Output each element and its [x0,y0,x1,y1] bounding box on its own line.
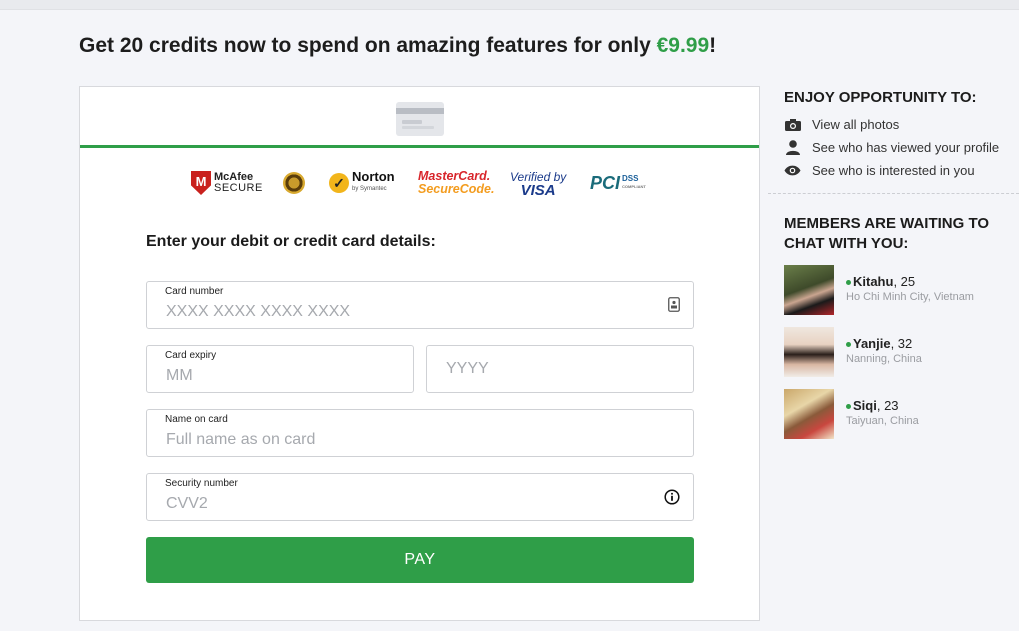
sidebar-divider [768,193,1019,194]
pci-check-icon: PCI [590,172,621,193]
card-scan-icon[interactable] [668,297,680,317]
card-expiry-year-field[interactable] [426,345,694,393]
member-age: , 32 [890,336,913,351]
form-title: Enter your debit or credit card details: [146,233,436,250]
security-number-field[interactable]: Security number [146,473,694,521]
card-number-field[interactable]: Card number [146,281,694,329]
trust-badges: M McAfee SECURE ✓ Norton by Symantec Maste… [80,167,759,199]
opportunity-title: ENJOY OPPORTUNITY TO: [784,89,977,106]
norton-badge: ✓ Norton by Symantec [329,167,395,199]
members-title: MEMBERS ARE WAITING TO CHAT WITH YOU: [784,215,990,252]
security-seal-badge [283,167,305,199]
member-location: Taiyuan, China [846,415,919,427]
opportunity-list: View all photos See who has viewed your … [784,113,999,182]
security-number-input[interactable] [166,495,603,513]
info-icon[interactable] [664,489,680,510]
card-expiry-month-field[interactable]: Card expiry [146,345,414,393]
member-photo[interactable] [784,327,834,377]
mcafee-secure-badge: M McAfee SECURE [191,167,263,199]
pay-button[interactable]: PAY [146,537,694,583]
online-status-dot [846,342,851,348]
credit-card-icon [396,102,444,136]
page-headline: Get 20 credits now to spend on amazing f… [79,34,717,57]
mastercard-securecode-badge: MasterCard. SecureCode. [418,169,495,196]
eye-icon [784,165,801,176]
name-on-card-input[interactable] [166,431,603,449]
name-on-card-field[interactable]: Name on card [146,409,694,457]
camera-icon [784,118,801,131]
member-name: Kitahu [853,274,894,289]
member-card[interactable]: Kitahu, 25 Ho Chi Minh City, Vietnam [784,265,1014,315]
member-name: Siqi [853,398,877,413]
opportunity-item: See who is interested in you [784,159,999,182]
member-card[interactable]: Siqi, 23 Taiyuan, China [784,389,1014,439]
security-number-label: Security number [165,478,238,489]
member-age: , 23 [876,398,899,413]
card-expiry-label: Card expiry [165,350,217,361]
person-icon [784,140,801,155]
member-age: , 25 [893,274,916,289]
norton-check-icon: ✓ [329,173,349,193]
payment-panel: M McAfee SECURE ✓ Norton by Symantec Maste… [79,86,760,621]
member-card[interactable]: Yanjie, 32 Nanning, China [784,327,1014,377]
name-on-card-label: Name on card [165,414,228,425]
member-name: Yanjie [853,336,891,351]
member-photo[interactable] [784,389,834,439]
mcafee-shield-icon: M [191,171,211,195]
expiry-year-input[interactable] [446,360,659,378]
card-number-input[interactable] [166,303,603,321]
online-status-dot [846,404,851,410]
panel-header [80,87,759,148]
price: €9.99 [656,34,710,57]
opportunity-item: See who has viewed your profile [784,136,999,159]
online-status-dot [846,280,851,286]
card-number-label: Card number [165,286,224,297]
verified-by-visa-badge: Verified by VISA [510,169,567,199]
pci-dss-badge: PCI DSS COMPLIANT [590,172,646,193]
opportunity-item: View all photos [784,113,999,136]
member-location: Nanning, China [846,353,922,365]
member-location: Ho Chi Minh City, Vietnam [846,291,974,303]
top-bar [0,0,1019,10]
seal-icon [283,172,305,194]
expiry-month-input[interactable] [166,367,379,385]
member-photo[interactable] [784,265,834,315]
